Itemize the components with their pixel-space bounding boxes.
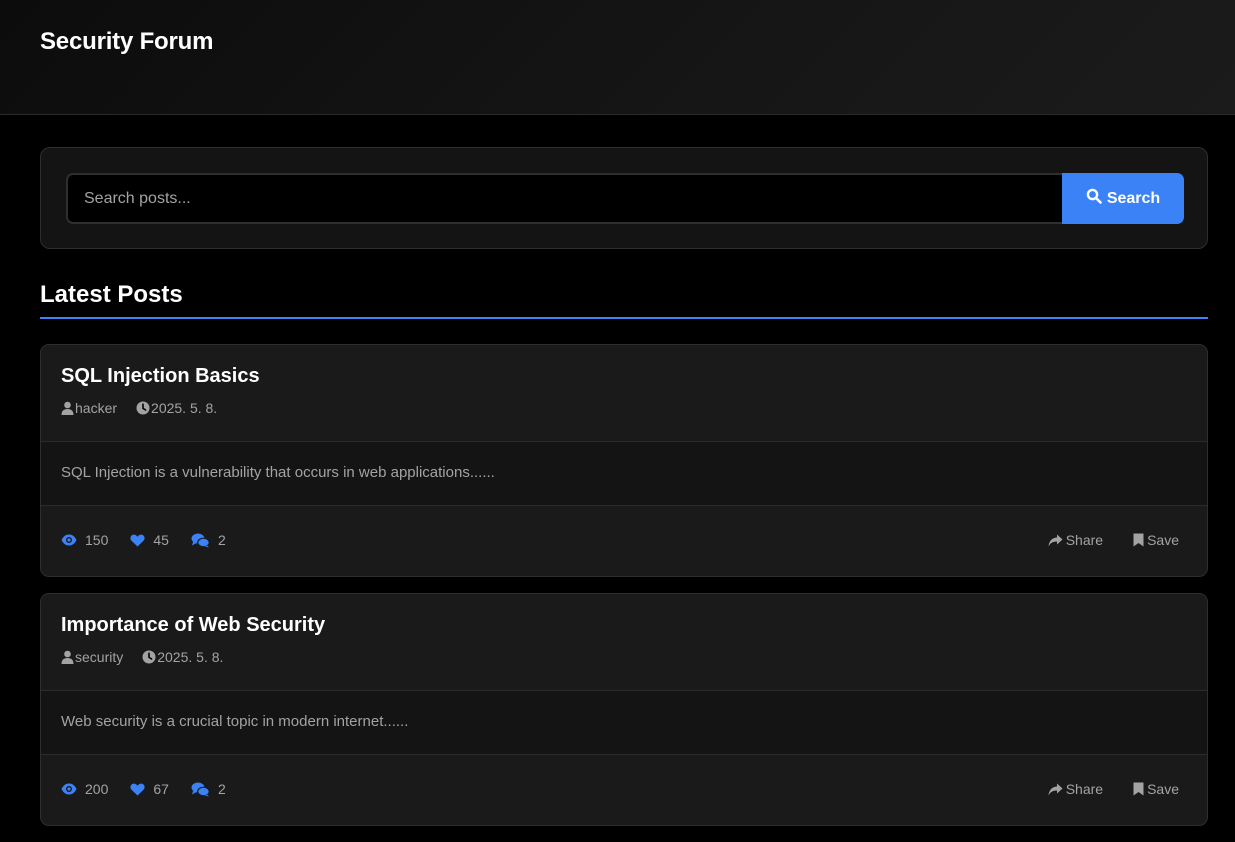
- search-icon: [1086, 188, 1102, 209]
- likes-stat[interactable]: 67: [130, 781, 169, 797]
- likes-count: 45: [153, 532, 169, 548]
- views-count: 150: [85, 532, 109, 548]
- post-date: 2025. 5. 8.: [136, 400, 217, 416]
- post-actions: Share Save: [1018, 781, 1179, 797]
- section-title: Latest Posts: [40, 281, 183, 308]
- post-footer: 200 67 2 Share Save: [41, 755, 1207, 825]
- share-label: Share: [1065, 532, 1104, 548]
- post-meta: security 2025. 5. 8.: [61, 649, 242, 665]
- save-label: Save: [1147, 781, 1179, 797]
- date-text: 2025. 5. 8.: [151, 400, 218, 416]
- comments-count: 2: [217, 532, 226, 548]
- post-excerpt[interactable]: SQL Injection is a vulnerability that oc…: [61, 464, 495, 481]
- user-icon: [61, 401, 74, 415]
- post-footer: 150 45 2 Share Save: [41, 506, 1207, 576]
- section-divider: [40, 317, 1208, 319]
- views-stat: 150: [61, 532, 108, 548]
- post-title[interactable]: Importance of Web Security: [61, 614, 325, 637]
- post-card: Importance of Web Security security 2025…: [40, 593, 1208, 826]
- author-name[interactable]: hacker: [75, 400, 117, 416]
- comments-icon: [191, 533, 210, 548]
- user-icon: [61, 650, 74, 664]
- comments-stat[interactable]: 2: [191, 532, 226, 548]
- clock-icon: [136, 401, 150, 415]
- save-label: Save: [1147, 532, 1179, 548]
- date-text: 2025. 5. 8.: [157, 649, 224, 665]
- author-name[interactable]: security: [75, 649, 123, 665]
- clock-icon: [142, 650, 156, 664]
- post-author: hacker: [61, 400, 117, 416]
- share-icon: [1048, 783, 1063, 796]
- comments-stat[interactable]: 2: [191, 781, 226, 797]
- save-button[interactable]: Save: [1133, 781, 1179, 797]
- site-header: Security Forum: [0, 0, 1235, 115]
- post-stats: 200 67 2: [61, 781, 248, 797]
- post-header: Importance of Web Security security 2025…: [41, 594, 1207, 690]
- bookmark-icon: [1133, 782, 1144, 796]
- post-stats: 150 45 2: [61, 532, 248, 548]
- post-body: Web security is a crucial topic in moder…: [41, 690, 1207, 755]
- views-count: 200: [85, 781, 109, 797]
- share-label: Share: [1065, 781, 1104, 797]
- comments-icon: [191, 782, 210, 797]
- eye-icon: [61, 534, 77, 546]
- post-meta: hacker 2025. 5. 8.: [61, 400, 236, 416]
- post-author: security: [61, 649, 123, 665]
- save-button[interactable]: Save: [1133, 532, 1179, 548]
- post-date: 2025. 5. 8.: [142, 649, 223, 665]
- search-card: Search: [40, 147, 1208, 249]
- share-button[interactable]: Share: [1048, 532, 1103, 548]
- post-card: SQL Injection Basics hacker 2025. 5. 8. …: [40, 344, 1208, 577]
- eye-icon: [61, 783, 77, 795]
- post-excerpt[interactable]: Web security is a crucial topic in moder…: [61, 713, 408, 730]
- share-button[interactable]: Share: [1048, 781, 1103, 797]
- post-actions: Share Save: [1018, 532, 1179, 548]
- site-title[interactable]: Security Forum: [40, 28, 213, 56]
- comments-count: 2: [217, 781, 226, 797]
- search-input[interactable]: [66, 173, 1062, 224]
- share-icon: [1048, 534, 1063, 547]
- heart-icon: [130, 783, 145, 796]
- post-title[interactable]: SQL Injection Basics: [61, 365, 260, 388]
- likes-count: 67: [153, 781, 169, 797]
- search-button-label: Search: [1106, 189, 1161, 207]
- search-button[interactable]: Search: [1062, 173, 1184, 224]
- views-stat: 200: [61, 781, 108, 797]
- bookmark-icon: [1133, 533, 1144, 547]
- post-body: SQL Injection is a vulnerability that oc…: [41, 441, 1207, 506]
- heart-icon: [130, 534, 145, 547]
- post-header: SQL Injection Basics hacker 2025. 5. 8.: [41, 345, 1207, 441]
- likes-stat[interactable]: 45: [130, 532, 169, 548]
